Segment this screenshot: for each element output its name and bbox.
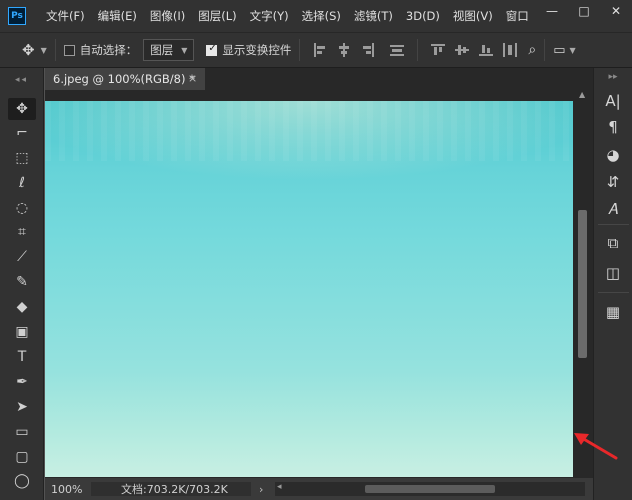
scroll-up-arrow-icon[interactable]: ▲ [579,90,585,99]
auto-select-target-value: 图层 [150,43,174,57]
canvas-workspace[interactable] [45,90,575,478]
ellipse-tool-icon[interactable]: ◯ [8,470,36,492]
menu-image[interactable]: 图像(I) [150,8,185,24]
paragraph-panel-icon[interactable]: ¶ [599,116,627,138]
document-tab-bar: 6.jpeg @ 100%(RGB/8) * × [45,68,593,90]
photoshop-logo-icon[interactable]: Ps [8,7,26,25]
scroll-left-arrow-icon[interactable]: ◂ [277,482,282,492]
align-left-edges-icon[interactable] [313,43,327,57]
red-annotation-arrow-icon [574,433,618,460]
character-styles-icon[interactable]: 𝐴 [599,198,627,220]
auto-select-label: 自动选择： [79,43,138,57]
chevron-down-icon: ▼ [181,45,188,55]
align-right-edges-icon[interactable] [361,43,375,57]
lasso-tool-icon[interactable]: ℓ [8,172,36,194]
pen-tool-icon[interactable]: ✒ [8,371,36,393]
align-top-edges-icon[interactable] [431,43,446,57]
menu-file[interactable]: 文件(F) [46,8,85,24]
distribute-horizontal-icon[interactable] [503,43,518,57]
swatches-panel-icon[interactable]: ◕ [599,144,627,166]
menu-view[interactable]: 视图(V) [453,8,493,24]
divider [544,39,546,61]
align-horizontal-centers-icon[interactable] [337,43,351,57]
type-tool-icon[interactable]: T [8,346,36,368]
workspace-switcher-icon[interactable]: ▭ [553,43,565,58]
3d-panel-icon[interactable]: ⧉ [599,232,627,254]
vertical-scrollbar[interactable]: ▲ [575,90,593,478]
eyedropper-tool-icon[interactable]: ⟋ [8,246,36,268]
menu-window[interactable]: 窗口 [506,8,529,24]
align-vertical-centers-icon[interactable] [455,43,470,57]
move-tool-icon[interactable]: ✥ [8,98,36,120]
vertical-scrollbar-thumb[interactable] [578,210,587,358]
menu-3d[interactable]: 3D(D) [406,9,440,23]
auto-select-target-dropdown[interactable]: 图层 ▼ [143,39,195,61]
menu-bar: Ps 文件(F) 编辑(E) 图像(I) 图层(L) 文字(Y) 选择(S) 滤… [0,0,632,32]
zoom-level-field[interactable]: 100% [45,483,87,496]
menu-layer[interactable]: 图层(L) [198,8,236,24]
table-grid-icon[interactable]: ▦ [599,301,627,323]
toolbar-collapse-handle[interactable]: ◂◂ [0,68,43,92]
restore-button[interactable]: □ [568,0,600,22]
document-size-text: 文档:703.2K/703.2K [121,483,228,496]
crop-tool-icon[interactable]: ⌗ [8,221,36,243]
panel-dock-collapse-handle[interactable]: ▸▸ [594,68,632,86]
glyphs-panel-icon[interactable]: ⇵ [599,171,627,193]
menu-select[interactable]: 选择(S) [302,8,341,24]
horizontal-scrollbar-thumb[interactable] [365,485,495,493]
chevron-down-icon[interactable]: ▼ [41,46,47,55]
document-tab[interactable]: 6.jpeg @ 100%(RGB/8) * × [45,68,205,90]
divider [417,39,419,61]
brush-tool-icon[interactable]: ✎ [8,271,36,293]
distribute-vertical-icon[interactable] [390,43,405,57]
document-canvas-image[interactable] [45,101,573,477]
artboard-tool-icon[interactable]: ⌐ [8,122,36,144]
options-bar: ✥ ▼ 自动选择： 图层 ▼ 显示变换控件 ⌕ ▭ ▼ [0,32,632,68]
divider [299,39,301,61]
menu-filter[interactable]: 滤镜(T) [354,8,393,24]
quick-selection-tool-icon[interactable]: ◌ [8,197,36,219]
properties-panel-icon[interactable]: ◫ [599,262,627,284]
eraser-tool-icon[interactable]: ◆ [8,296,36,318]
align-bottom-edges-icon[interactable] [479,43,494,57]
character-panel-icon[interactable]: A| [599,90,627,112]
status-menu-arrow-icon[interactable]: › [259,483,263,496]
menu-type[interactable]: 文字(Y) [250,8,289,24]
path-selection-tool-icon[interactable]: ➤ [8,396,36,418]
rounded-rectangle-tool-icon[interactable]: ▢ [8,446,36,468]
show-transform-controls-label: 显示变换控件 [222,43,292,57]
tools-panel: ◂◂ ✥ ⌐ ⬚ ℓ ◌ ⌗ ⟋ ✎ ◆ ▣ T ✒ ➤ ▭ ▢ ◯ [0,68,44,500]
status-bar: 100% 文档:703.2K/703.2K › ◂ [45,478,593,500]
panel-separator [598,224,629,225]
divider [54,39,56,61]
close-icon[interactable]: × [188,72,197,85]
minimize-button[interactable]: — [536,0,568,22]
gradient-tool-icon[interactable]: ▣ [8,321,36,343]
rectangle-tool-icon[interactable]: ▭ [8,421,36,443]
move-tool-preset-icon[interactable]: ✥ [22,41,35,59]
show-transform-controls-checkbox[interactable] [206,43,218,56]
search-icon[interactable]: ⌕ [528,42,536,58]
horizontal-scrollbar[interactable]: ◂ [275,482,585,496]
document-info[interactable]: 文档:703.2K/703.2K [91,482,251,496]
close-button[interactable]: ✕ [600,0,632,22]
auto-select-checkbox[interactable] [63,44,75,56]
panel-separator [598,292,629,293]
document-tab-title: 6.jpeg @ 100%(RGB/8) * [53,72,195,86]
window-controls: — □ ✕ [536,0,632,24]
menu-edit[interactable]: 编辑(E) [98,8,137,24]
marquee-tool-icon[interactable]: ⬚ [8,147,36,169]
chevron-down-icon[interactable]: ▼ [570,46,576,55]
